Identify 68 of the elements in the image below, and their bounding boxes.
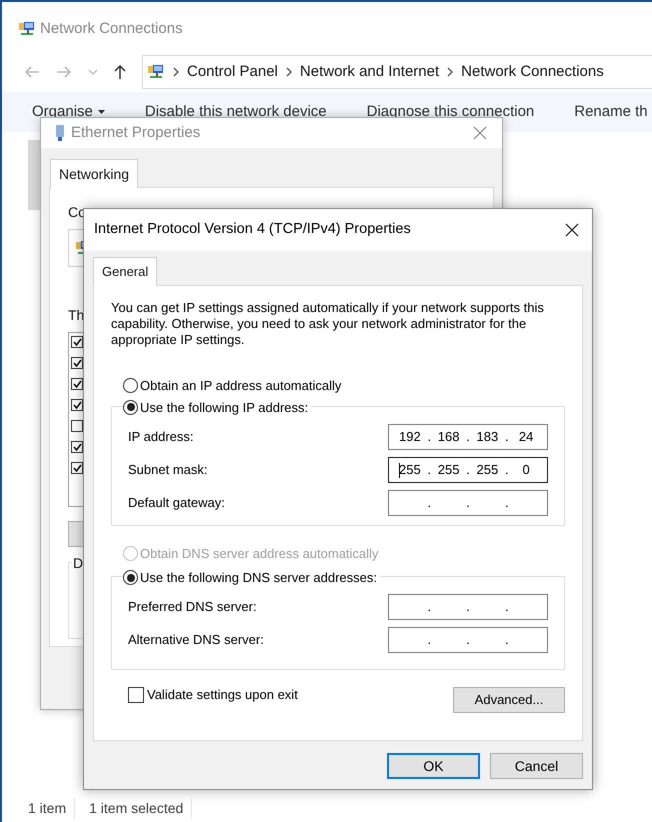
- checkbox[interactable]: [71, 336, 83, 348]
- radio-label: Obtain an IP address automatically: [140, 377, 342, 395]
- toolbar-button[interactable]: Rename th: [574, 100, 648, 124]
- octet-separator: .: [504, 460, 510, 479]
- caret-icon: [98, 110, 105, 114]
- checkbox[interactable]: [71, 462, 83, 474]
- octet-separator: .: [504, 494, 510, 512]
- radio-button[interactable]: [123, 378, 138, 394]
- radio-label: Obtain DNS server address automatically: [140, 544, 378, 563]
- breadcrumb-item[interactable]: Network and Internet: [300, 60, 440, 84]
- octet-separator: .: [426, 494, 432, 512]
- toolbar-button[interactable]: Disable this network device: [144, 100, 327, 124]
- window-title: Network Connections: [40, 18, 183, 39]
- octet-separator: .: [426, 428, 432, 446]
- octet-separator: .: [466, 631, 470, 650]
- dialog-title: Internet Protocol Version 4 (TCP/IPv4) Properties: [94, 220, 412, 240]
- tab[interactable]: General: [93, 257, 158, 286]
- address-bar[interactable]: Control Panel Network and Internet Network Connections: [142, 55, 652, 89]
- toolbar-button[interactable]: Diagnose this connection: [366, 100, 534, 124]
- chevron-right-icon: [447, 67, 454, 77]
- checkbox[interactable]: [128, 686, 144, 703]
- field-label: Subnet mask:: [128, 460, 208, 479]
- radio-button[interactable]: [123, 570, 138, 586]
- octet-separator: .: [466, 460, 470, 479]
- octet-separator: .: [504, 598, 510, 616]
- ip-address-field[interactable]: . . .: [388, 627, 548, 653]
- ip-address-field[interactable]: . . .: [388, 594, 548, 620]
- octet-separator: .: [426, 631, 432, 650]
- octet-separator: .: [504, 631, 510, 650]
- ethernet-plug-icon: [55, 124, 65, 142]
- checkbox[interactable]: [71, 441, 83, 453]
- octet-separator: .: [426, 460, 432, 479]
- field-label: IP address:: [128, 428, 194, 446]
- checkbox[interactable]: [71, 378, 83, 390]
- checkbox[interactable]: [71, 357, 83, 369]
- network-folder-icon: [147, 63, 165, 81]
- breadcrumb-item[interactable]: Network Connections: [461, 60, 604, 84]
- octet-separator: .: [426, 598, 432, 616]
- window-title: Ethernet Properties: [71, 122, 202, 143]
- up-arrow-icon[interactable]: [114, 64, 126, 80]
- field-label: Alternative DNS server:: [128, 631, 264, 650]
- ip-address-field[interactable]: . . .: [388, 490, 548, 516]
- octet-separator: .: [466, 428, 470, 446]
- breadcrumb-item[interactable]: Control Panel: [187, 60, 278, 84]
- checkbox[interactable]: [71, 420, 83, 432]
- ok-button[interactable]: OK: [387, 753, 480, 779]
- ip-address-field[interactable]: 255 . 255 . 255 . 0: [388, 456, 548, 482]
- radio-label: Use the following DNS server addresses:: [140, 569, 377, 587]
- ip-address-field[interactable]: 192 . 168 . 183 . 24: [388, 424, 548, 450]
- description-text: You can get IP settings assigned automatically if your network supports this capability. Otherwise, you need to ask your network administrator for the appropriate IP settings.: [111, 300, 545, 348]
- tab[interactable]: Networking: [50, 159, 138, 188]
- checkbox[interactable]: [71, 399, 83, 411]
- advanced-button[interactable]: Advanced...: [453, 687, 565, 713]
- field-label: Preferred DNS server:: [128, 598, 257, 616]
- checkbox-label: Validate settings upon exit: [147, 686, 298, 704]
- toolbar-button[interactable]: Organise: [32, 100, 105, 124]
- cancel-button[interactable]: Cancel: [490, 753, 583, 779]
- chevron-right-icon: [173, 67, 179, 77]
- network-folder-icon: [18, 20, 36, 38]
- status-text: 1 item selected: [89, 798, 192, 818]
- radio-label: Use the following IP address:: [140, 398, 308, 417]
- octet-separator: .: [466, 494, 470, 512]
- status-text: 1 item: [28, 798, 76, 818]
- chevron-right-icon: [286, 67, 292, 77]
- radio-button[interactable]: [123, 400, 138, 415]
- octet-separator: .: [466, 598, 470, 616]
- octet-separator: .: [504, 428, 510, 446]
- field-label: Default gateway:: [128, 494, 225, 512]
